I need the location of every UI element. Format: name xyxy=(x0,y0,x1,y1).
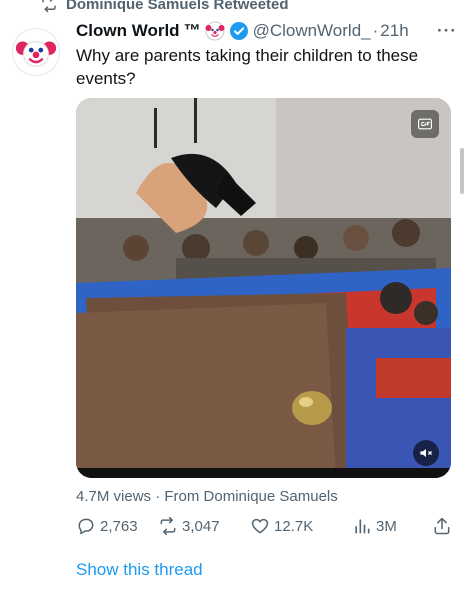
verified-badge-icon xyxy=(229,22,248,40)
mute-button[interactable] xyxy=(413,440,439,466)
display-name[interactable]: Clown World xyxy=(76,21,180,41)
reply-count: 2,763 xyxy=(100,517,138,535)
tweet-text: Why are parents taking their children to… xyxy=(76,46,419,88)
tweet-media[interactable] xyxy=(76,98,451,478)
reply-button[interactable]: 2,763 xyxy=(76,516,152,536)
from-author-link[interactable]: From Dominique Samuels xyxy=(164,488,337,505)
retweet-button[interactable]: 3,047 xyxy=(158,516,244,536)
avatar[interactable] xyxy=(12,28,60,76)
heart-icon xyxy=(251,518,269,534)
retweet-banner-text: Dominique Samuels Retweeted xyxy=(66,0,289,13)
reply-icon xyxy=(78,518,94,535)
timestamp[interactable]: 21h xyxy=(380,21,408,41)
view-count: 3M xyxy=(376,517,397,535)
gif-icon xyxy=(418,118,432,130)
more-options-button[interactable]: ··· xyxy=(437,21,457,41)
share-button[interactable] xyxy=(432,516,452,536)
analytics-icon xyxy=(355,519,370,534)
meta-separator: · xyxy=(151,488,165,505)
header-dot: · xyxy=(372,21,379,40)
action-bar: 2,763 3,047 12.7K 3M xyxy=(76,514,452,538)
gif-button[interactable] xyxy=(411,110,439,138)
clown-emoji-icon xyxy=(205,21,225,41)
view-count-text: 4.7M views xyxy=(76,488,152,505)
speaker-muted-icon xyxy=(420,449,433,457)
like-button[interactable]: 12.7K xyxy=(250,516,332,536)
retweet-icon xyxy=(160,516,176,536)
scrollbar-thumb[interactable] xyxy=(460,148,464,194)
trademark-symbol: ™ xyxy=(183,21,201,40)
retweet-banner[interactable]: Dominique Samuels Retweeted xyxy=(40,0,289,14)
video-caption-strip xyxy=(76,468,451,478)
clown-avatar-icon xyxy=(13,29,59,75)
video-frame-image xyxy=(76,98,451,478)
views-button[interactable]: 3M xyxy=(352,516,412,536)
tweet-meta: 4.7M views · From Dominique Samuels xyxy=(76,488,338,505)
like-count: 12.7K xyxy=(274,517,314,535)
share-icon xyxy=(434,517,450,535)
show-thread-link[interactable]: Show this thread xyxy=(76,560,203,580)
tweet-header: Clown World ™ @ClownWorld_ · 21h ··· xyxy=(76,20,457,42)
handle[interactable]: @ClownWorld_ xyxy=(253,21,371,41)
retweet-icon xyxy=(42,0,56,13)
retweet-count: 3,047 xyxy=(182,517,220,535)
